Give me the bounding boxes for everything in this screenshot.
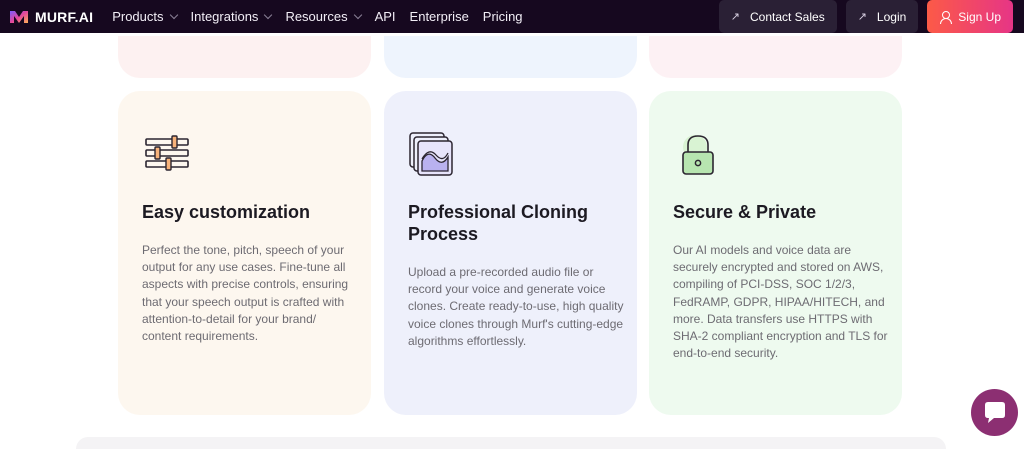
signup-button[interactable]: Sign Up bbox=[927, 0, 1013, 33]
user-icon bbox=[939, 10, 953, 24]
card-title: Easy customization bbox=[142, 202, 311, 222]
feature-card-customization: Easy customization Perfect the tone, pit… bbox=[118, 91, 371, 415]
main-menu: Products Integrations Resources API Ente… bbox=[112, 9, 536, 24]
nav-resources[interactable]: Resources bbox=[285, 9, 362, 24]
feature-card-cloning: Professional Cloning Process Upload a pr… bbox=[384, 91, 637, 415]
card-title: Secure & Private bbox=[673, 202, 817, 222]
top-navbar: MURF.AI Products Integrations Resources … bbox=[0, 0, 1024, 33]
signup-label: Sign Up bbox=[958, 9, 1001, 24]
nav-api-label: API bbox=[374, 9, 396, 24]
chevron-down-icon bbox=[264, 10, 273, 20]
logo[interactable]: MURF.AI bbox=[9, 9, 93, 25]
card-description: Upload a pre-recorded audio file or reco… bbox=[408, 265, 624, 348]
login-label: Login bbox=[876, 9, 907, 24]
arrow-up-right-icon: ↗ bbox=[730, 11, 740, 23]
card-partial bbox=[118, 36, 371, 78]
nav-pricing[interactable]: Pricing bbox=[483, 9, 523, 24]
nav-integrations[interactable]: Integrations bbox=[190, 9, 273, 24]
sliders-icon bbox=[142, 131, 192, 181]
next-section-edge bbox=[76, 437, 946, 449]
card-description: Our AI models and voice data are securel… bbox=[673, 243, 888, 361]
logo-text: MURF.AI bbox=[35, 8, 94, 25]
nav-resources-label: Resources bbox=[285, 9, 348, 24]
card-title: Professional Cloning Process bbox=[408, 202, 589, 244]
login-button[interactable]: ↗ Login bbox=[845, 0, 919, 33]
murf-logo-icon bbox=[9, 9, 29, 25]
nav-products[interactable]: Products bbox=[112, 9, 178, 24]
chevron-down-icon bbox=[169, 10, 178, 20]
card-partial bbox=[649, 36, 902, 78]
chat-icon bbox=[984, 401, 1005, 423]
voice-clone-icon bbox=[408, 131, 458, 181]
contact-sales-label: Contact Sales bbox=[749, 9, 825, 24]
chevron-down-icon bbox=[353, 10, 362, 20]
nav-integrations-label: Integrations bbox=[190, 9, 259, 24]
contact-sales-button[interactable]: ↗ Contact Sales bbox=[718, 0, 837, 33]
card-partial bbox=[384, 36, 637, 78]
feature-card-security: Secure & Private Our AI models and voice… bbox=[649, 91, 902, 415]
lock-icon bbox=[673, 131, 723, 181]
nav-products-label: Products bbox=[112, 9, 164, 24]
nav-api[interactable]: API bbox=[375, 9, 396, 24]
nav-enterprise[interactable]: Enterprise bbox=[410, 9, 469, 24]
nav-enterprise-label: Enterprise bbox=[409, 9, 469, 24]
nav-pricing-label: Pricing bbox=[482, 9, 523, 24]
chat-button[interactable] bbox=[971, 389, 1018, 436]
arrow-up-right-icon: ↗ bbox=[857, 11, 867, 23]
card-description: Perfect the tone, pitch, speech of your … bbox=[142, 243, 349, 344]
nav-actions: ↗ Contact Sales ↗ Login Sign Up bbox=[718, 0, 1024, 33]
